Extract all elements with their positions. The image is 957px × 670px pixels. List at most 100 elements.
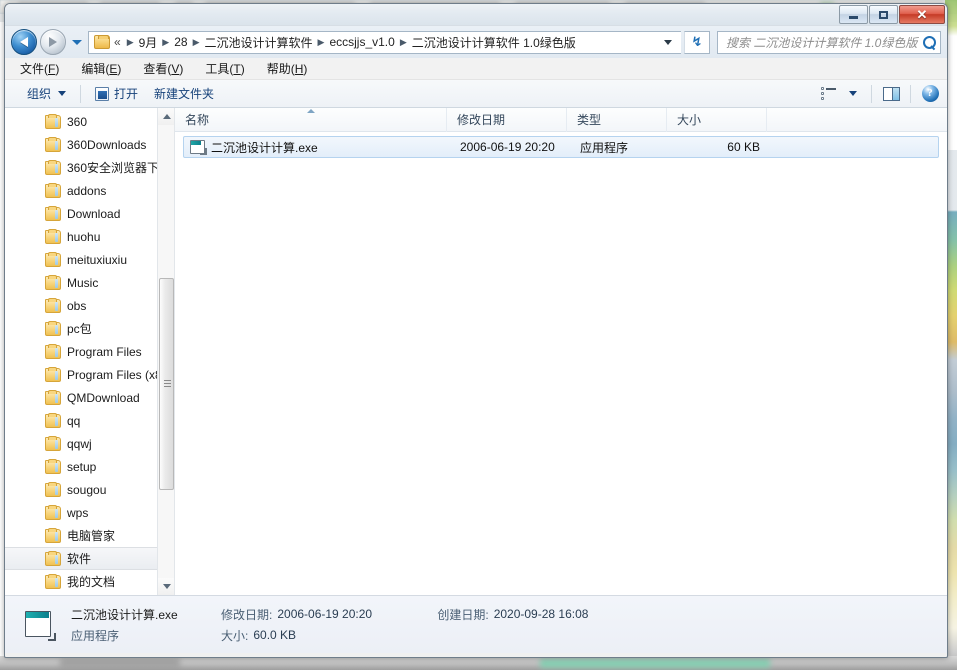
nav-item-9[interactable]: pc包	[5, 317, 174, 340]
minimize-icon	[849, 16, 858, 19]
search-input[interactable]: 搜索 二沉池设计计算软件 1.0绿色版	[717, 30, 941, 54]
taskbar-strip	[0, 656, 957, 670]
nav-item-5[interactable]: huohu	[5, 225, 174, 248]
new-folder-button[interactable]: 新建文件夹	[146, 82, 222, 105]
command-toolbar: 组织 打开 新建文件夹 ?	[5, 80, 947, 108]
column-header-size[interactable]: 大小	[667, 107, 767, 132]
nav-item-label: huohu	[67, 229, 101, 244]
breadcrumb[interactable]: « ▶ 9月 ▶ 28 ▶ 二沉池设计计算软件 ▶ eccsjjs_v1.0 ▶…	[88, 30, 681, 54]
nav-item-label: addons	[67, 183, 107, 198]
breadcrumb-item-2[interactable]: 二沉池设计计算软件	[204, 34, 314, 51]
breadcrumb-overflow[interactable]: «	[112, 35, 123, 49]
toolbar-right-group: ?	[817, 84, 941, 104]
forward-button[interactable]	[40, 29, 66, 55]
recent-locations-icon[interactable]	[72, 39, 82, 45]
menu-item-help[interactable]: 帮助(H)	[264, 58, 311, 79]
preview-pane-icon	[882, 86, 900, 101]
column-header-row: 名称 修改日期 类型 大小	[175, 107, 947, 132]
refresh-icon: ↯	[691, 34, 703, 49]
breadcrumb-dropdown-button[interactable]	[657, 39, 679, 45]
nav-item-label: setup	[67, 459, 97, 474]
column-header-name[interactable]: 名称	[175, 107, 447, 132]
nav-item-17[interactable]: wps	[5, 501, 174, 524]
chevron-down-icon	[849, 91, 857, 96]
column-header-date[interactable]: 修改日期	[447, 107, 567, 132]
menu-item-view[interactable]: 查看(V)	[140, 58, 186, 79]
file-rows: 二沉池设计计算.exe 2006-06-19 20:20 应用程序 60 KB	[175, 132, 947, 595]
nav-item-label: 我的文档	[67, 575, 116, 589]
nav-item-label: qqwj	[67, 436, 92, 451]
folder-icon	[45, 136, 61, 152]
scrollbar-thumb[interactable]	[159, 278, 174, 490]
nav-item-20[interactable]: 我的文档	[5, 570, 174, 593]
maximize-button[interactable]	[869, 5, 898, 24]
breadcrumb-item-4[interactable]: 二沉池设计计算软件 1.0绿色版	[411, 34, 577, 51]
nav-item-12[interactable]: QMDownload	[5, 386, 174, 409]
organize-button[interactable]: 组织	[19, 82, 74, 105]
nav-item-1[interactable]: 360Downloads	[5, 133, 174, 156]
folder-icon	[45, 504, 61, 520]
nav-item-13[interactable]: qq	[5, 409, 174, 432]
nav-item-label: 电脑管家	[67, 529, 116, 543]
nav-item-11[interactable]: Program Files (x86)	[5, 363, 174, 386]
refresh-button[interactable]: ↯	[684, 30, 710, 54]
scroll-up-button[interactable]	[158, 108, 174, 125]
chevron-down-icon	[664, 39, 672, 45]
folder-icon	[45, 113, 61, 129]
nav-item-2[interactable]: 360安全浏览器下载	[5, 156, 174, 179]
help-button[interactable]: ?	[919, 84, 941, 104]
nav-item-label: meituxiuxiu	[67, 252, 128, 267]
details-modified-label: 修改日期:	[221, 607, 273, 622]
folder-icon	[45, 297, 61, 313]
nav-item-label: wps	[67, 505, 89, 520]
folder-icon	[45, 412, 61, 428]
scroll-down-button[interactable]	[158, 578, 174, 595]
maximize-icon	[879, 10, 888, 19]
column-header-type[interactable]: 类型	[567, 107, 667, 132]
scrollbar-grip-icon	[164, 380, 171, 388]
breadcrumb-item-0[interactable]: 9月	[138, 34, 159, 51]
menu-item-tools[interactable]: 工具(T)	[202, 58, 247, 79]
nav-item-14[interactable]: qqwj	[5, 432, 174, 455]
nav-item-label: sougou	[67, 482, 107, 497]
preview-pane-button[interactable]	[880, 84, 902, 104]
menu-item-file[interactable]: 文件(F)	[17, 58, 62, 79]
menu-item-edit[interactable]: 编辑(E)	[78, 58, 124, 79]
nav-item-4[interactable]: Download	[5, 202, 174, 225]
back-button[interactable]	[11, 29, 37, 55]
folder-icon	[45, 435, 61, 451]
toolbar-divider	[80, 84, 82, 103]
table-row[interactable]: 二沉池设计计算.exe 2006-06-19 20:20 应用程序 60 KB	[183, 136, 939, 158]
nav-item-19[interactable]: 软件	[5, 547, 174, 570]
nav-item-6[interactable]: meituxiuxiu	[5, 248, 174, 271]
nav-item-10[interactable]: Program Files	[5, 340, 174, 363]
nav-item-8[interactable]: obs	[5, 294, 174, 317]
chevron-down-icon	[162, 584, 171, 589]
breadcrumb-separator-icon: ▶	[317, 36, 325, 47]
search-placeholder: 搜索 二沉池设计计算软件 1.0绿色版	[726, 35, 918, 50]
details-created-label: 创建日期:	[437, 607, 489, 622]
change-view-button[interactable]	[817, 84, 839, 104]
title-bar[interactable]: ✕	[5, 4, 947, 26]
breadcrumb-item-3[interactable]: eccsjjs_v1.0	[328, 35, 395, 49]
minimize-button[interactable]	[839, 5, 868, 24]
nav-item-0[interactable]: 360	[5, 110, 174, 133]
nav-item-15[interactable]: setup	[5, 455, 174, 478]
folder-icon	[45, 550, 61, 566]
details-modified-value: 2006-06-19 20:20	[277, 607, 373, 621]
nav-item-16[interactable]: sougou	[5, 478, 174, 501]
open-button[interactable]: 打开	[87, 82, 146, 105]
nav-pane-scrollbar[interactable]	[157, 108, 174, 595]
breadcrumb-item-1[interactable]: 28	[173, 35, 188, 49]
nav-item-label: qq	[67, 413, 81, 428]
search-icon	[923, 35, 936, 49]
details-size-value: 60.0 KB	[253, 628, 297, 642]
address-bar: « ▶ 9月 ▶ 28 ▶ 二沉池设计计算软件 ▶ eccsjjs_v1.0 ▶…	[5, 26, 947, 58]
nav-item-18[interactable]: 电脑管家	[5, 524, 174, 547]
nav-item-3[interactable]: addons	[5, 179, 174, 202]
folder-icon	[94, 35, 110, 49]
close-button[interactable]: ✕	[899, 5, 945, 24]
view-dropdown-button[interactable]	[841, 84, 863, 104]
list-view-icon	[820, 86, 836, 100]
nav-item-7[interactable]: Music	[5, 271, 174, 294]
